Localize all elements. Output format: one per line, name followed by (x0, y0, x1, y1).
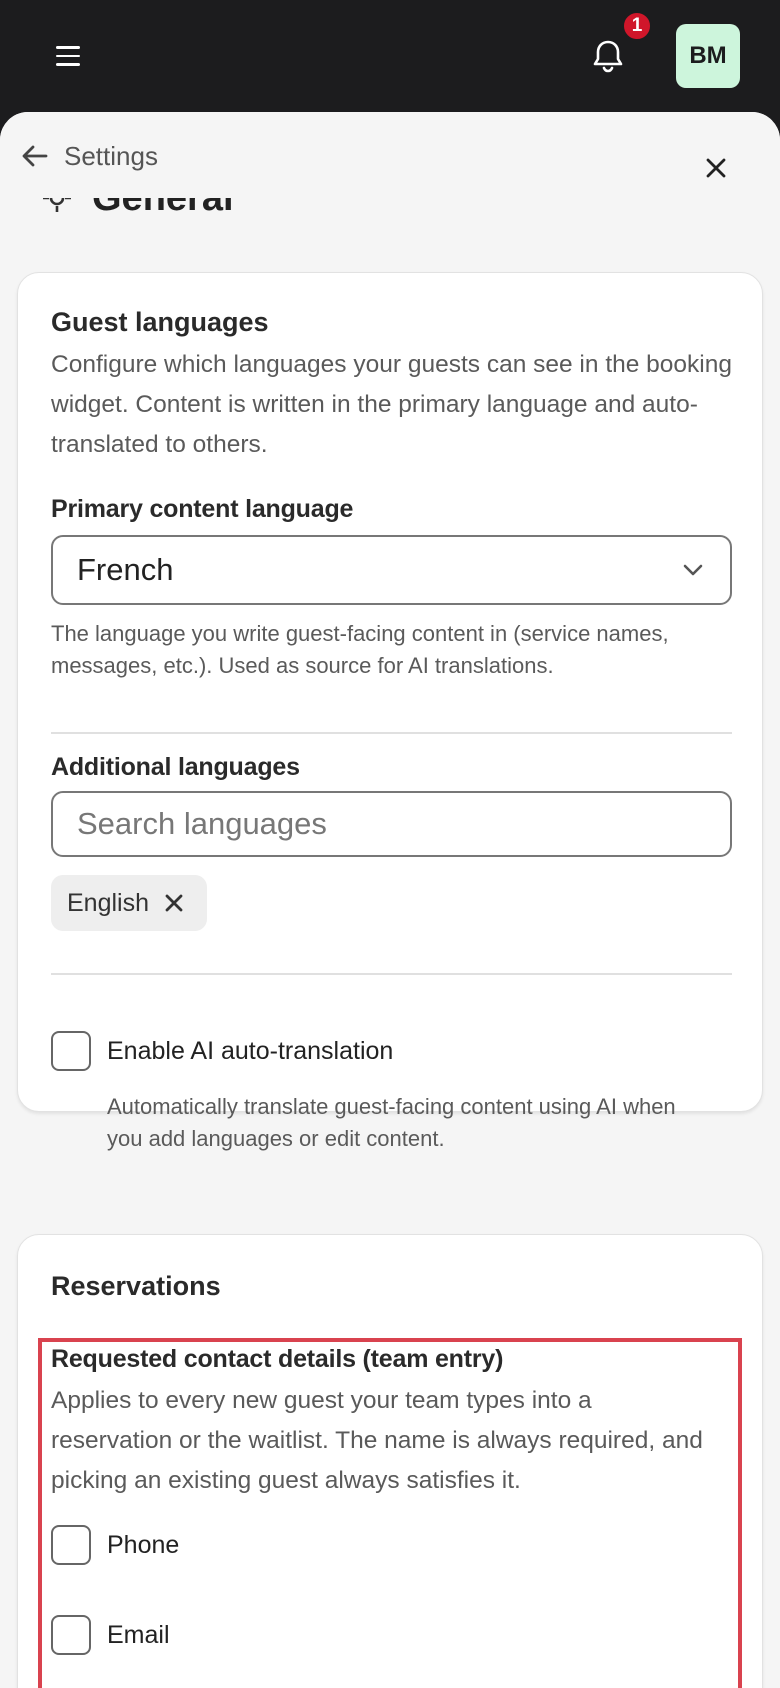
auto-translate-helper: Automatically translate guest-facing con… (107, 1094, 676, 1151)
additional-languages-label: Additional languages (51, 753, 300, 781)
reservations-card: Reservations Requested contact details (… (17, 1234, 763, 1688)
settings-sheet: Settings General Guest languages Configu… (0, 112, 780, 1688)
language-chip-label: English (67, 888, 149, 917)
primary-language-label: Primary content language (51, 495, 354, 523)
back-button[interactable]: Settings (20, 136, 158, 176)
divider (51, 973, 732, 975)
avatar[interactable]: BM (676, 24, 740, 88)
hamburger-line (56, 63, 80, 66)
language-search-input[interactable] (51, 791, 732, 857)
card-title: Guest languages (51, 307, 269, 337)
card-description: Configure which languages your guests ca… (51, 351, 732, 458)
close-icon[interactable] (700, 152, 732, 184)
primary-language-select[interactable]: French (51, 535, 732, 605)
phone-checkbox[interactable] (51, 1525, 91, 1565)
contact-details-title: Requested contact details (team entry) (51, 1345, 504, 1373)
hamburger-line (56, 54, 80, 58)
auto-translate-checkbox[interactable] (51, 1031, 91, 1071)
chevron-down-icon (683, 564, 703, 576)
arrow-left-icon (22, 145, 48, 167)
auto-translate-label: Enable AI auto-translation (107, 1037, 394, 1065)
email-label: Email (107, 1621, 170, 1649)
email-checkbox[interactable] (51, 1615, 91, 1655)
card-title: Reservations (51, 1271, 221, 1301)
sheet-header: Settings (0, 112, 780, 198)
bell-icon[interactable] (586, 34, 630, 78)
contact-details-description: Applies to every new guest your team typ… (51, 1387, 703, 1494)
primary-language-helper: The language you write guest-facing cont… (51, 621, 669, 678)
back-label: Settings (64, 140, 158, 171)
remove-icon[interactable] (163, 892, 185, 914)
guest-languages-card: Guest languages Configure which language… (17, 272, 763, 1151)
notification-badge: 1 (622, 11, 652, 41)
menu-button[interactable] (48, 38, 88, 74)
top-bar: 1 BM (0, 0, 780, 112)
language-chip: English (51, 875, 207, 931)
phone-label: Phone (107, 1531, 180, 1559)
primary-language-value: French (77, 552, 174, 587)
divider (51, 732, 732, 734)
hamburger-line (56, 46, 80, 49)
